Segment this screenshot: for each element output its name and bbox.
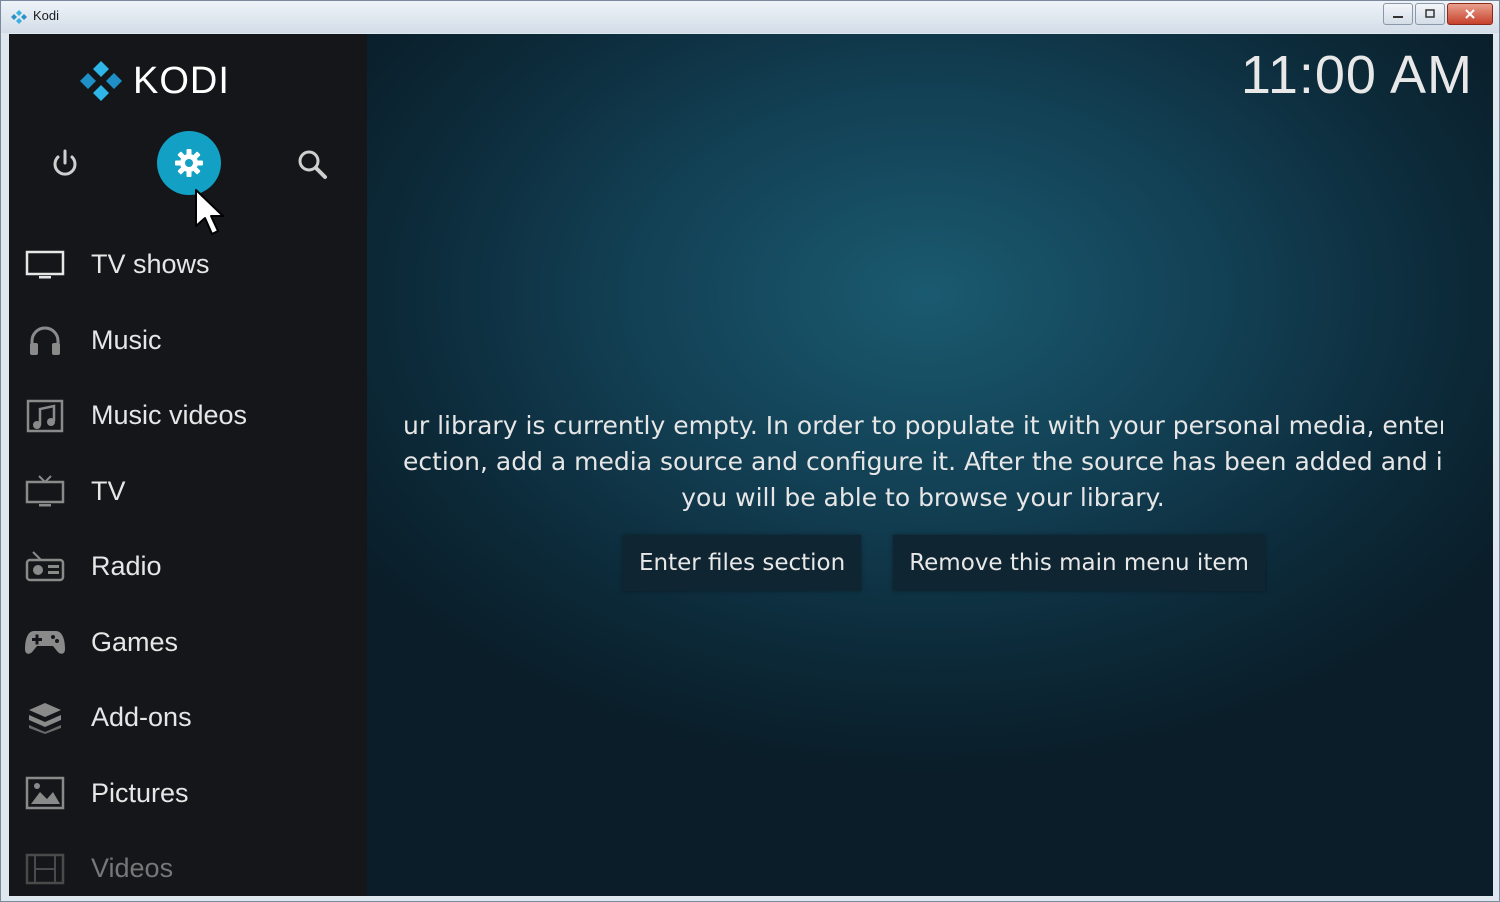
close-icon <box>1465 9 1475 19</box>
sidebar-item-music-videos[interactable]: Music videos <box>9 378 367 454</box>
title-bar[interactable]: Kodi <box>1 1 1499 33</box>
music-video-icon <box>23 398 67 434</box>
tv-shows-icon <box>23 247 67 283</box>
minimize-icon <box>1393 16 1403 18</box>
message-line: ur library is currently empty. In order … <box>403 411 1443 440</box>
sidebar-item-label: TV <box>91 475 126 506</box>
film-icon <box>23 851 67 887</box>
settings-button[interactable] <box>157 131 221 195</box>
sidebar-item-games[interactable]: Games <box>9 605 367 681</box>
sidebar-item-label: Music <box>91 324 162 355</box>
search-icon <box>298 150 327 179</box>
minimize-button[interactable] <box>1383 3 1413 25</box>
enter-files-section-button[interactable]: Enter files section <box>623 535 862 591</box>
search-button[interactable] <box>294 146 330 182</box>
addons-box-icon <box>23 700 67 736</box>
sidebar-item-label: TV shows <box>91 249 210 280</box>
kodi-client-area: KODI TV shows Music Music videos TV Radi… <box>9 34 1493 896</box>
window-controls <box>1381 3 1493 25</box>
sidebar-item-music[interactable]: Music <box>9 303 367 379</box>
close-button[interactable] <box>1447 3 1493 25</box>
sidebar-item-tv-shows[interactable]: TV shows <box>9 227 367 303</box>
sidebar-item-tv[interactable]: TV <box>9 454 367 530</box>
sidebar-item-label: Radio <box>91 551 162 582</box>
sidebar-item-label: Videos <box>91 853 174 884</box>
main-content: 11:00 AM ur library is currently empty. … <box>367 34 1493 896</box>
sidebar-item-label: Music videos <box>91 400 248 431</box>
remove-main-menu-item-button[interactable]: Remove this main menu item <box>893 535 1265 591</box>
power-icon <box>53 149 77 176</box>
power-button[interactable] <box>47 146 83 182</box>
sidebar-item-label: Games <box>91 626 179 657</box>
kodi-app-icon <box>11 10 27 24</box>
sidebar: KODI TV shows Music Music videos TV Radi… <box>9 34 367 896</box>
kodi-logo: KODI <box>79 56 230 106</box>
headphones-icon <box>23 322 67 358</box>
action-buttons: Enter files section Remove this main men… <box>623 535 1297 591</box>
settings-gear-icon <box>175 149 203 177</box>
maximize-button[interactable] <box>1415 3 1445 25</box>
message-line: you will be able to browse your library. <box>681 483 1165 512</box>
message-line: ection, add a media source and configure… <box>403 447 1443 476</box>
clock: 11:00 AM <box>1240 45 1473 105</box>
sidebar-item-radio[interactable]: Radio <box>9 529 367 605</box>
sidebar-item-pictures[interactable]: Pictures <box>9 756 367 832</box>
radio-icon <box>23 549 67 585</box>
sidebar-item-videos[interactable]: Videos <box>9 831 367 896</box>
main-menu: TV shows Music Music videos TV Radio Gam… <box>9 227 367 896</box>
top-icon-row <box>9 131 367 195</box>
window-title: Kodi <box>33 8 60 23</box>
picture-icon <box>23 775 67 811</box>
sidebar-item-label: Pictures <box>91 777 189 808</box>
kodi-logo-icon <box>80 61 122 101</box>
empty-library-message: ur library is currently empty. In order … <box>403 408 1443 516</box>
sidebar-item-add-ons[interactable]: Add-ons <box>9 680 367 756</box>
sidebar-item-label: Add-ons <box>91 702 192 733</box>
tv-icon <box>23 473 67 509</box>
gamepad-icon <box>23 624 67 660</box>
brand-name: KODI <box>133 59 230 102</box>
kodi-window: Kodi KODI TV shows Music Music videos TV… <box>0 0 1500 902</box>
restore-icon <box>1425 9 1435 18</box>
